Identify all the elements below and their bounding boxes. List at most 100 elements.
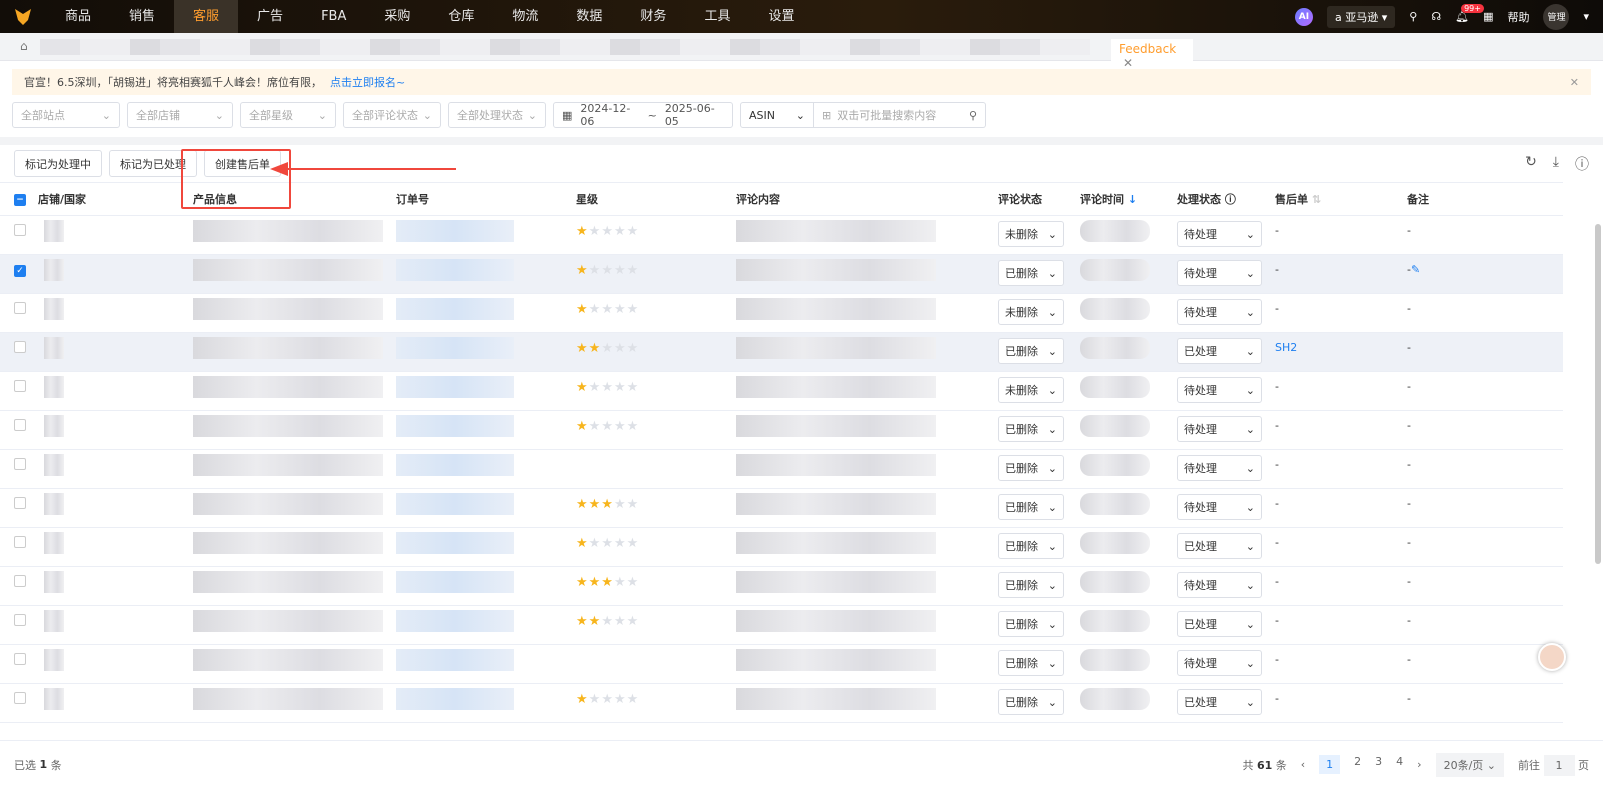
aftersale-value[interactable]: SH2 bbox=[1275, 341, 1297, 354]
nav-item[interactable]: 工具 bbox=[685, 0, 749, 33]
row-checkbox[interactable] bbox=[14, 224, 26, 236]
table-row[interactable]: 已删除 ⌄ 待处理 ⌄ - - bbox=[0, 644, 1563, 684]
process-status-select[interactable]: 待处理 ⌄ bbox=[1177, 299, 1262, 325]
review-status-select[interactable]: 已删除 ⌄ bbox=[998, 338, 1064, 364]
logo[interactable] bbox=[0, 8, 46, 26]
review-status-select[interactable]: 已删除 ⌄ bbox=[998, 533, 1064, 559]
home-icon[interactable]: ⌂ bbox=[20, 39, 28, 53]
process-status-select[interactable]: 待处理 ⌄ bbox=[1177, 221, 1262, 247]
table-row[interactable]: ★★★★★ 未删除 ⌄ 待处理 ⌄ - - bbox=[0, 215, 1563, 255]
checkbox-cell[interactable] bbox=[0, 488, 38, 528]
table-row[interactable]: 已删除 ⌄ 待处理 ⌄ - - bbox=[0, 449, 1563, 489]
table-row[interactable]: ★★★★★ 已删除 ⌄ 待处理 ⌄ - - bbox=[0, 566, 1563, 606]
nav-item[interactable]: 商品 bbox=[46, 0, 110, 33]
nav-item[interactable]: FBA bbox=[302, 0, 365, 33]
search-icon[interactable]: ⚲ bbox=[1409, 10, 1417, 23]
row-checkbox[interactable] bbox=[14, 341, 26, 353]
page-button[interactable]: 2 bbox=[1354, 755, 1361, 774]
row-checkbox[interactable] bbox=[14, 575, 26, 587]
checkbox-cell[interactable] bbox=[0, 683, 38, 723]
process-status-select[interactable]: 待处理 ⌄ bbox=[1177, 260, 1262, 286]
download-icon[interactable]: ⤓ bbox=[1553, 154, 1559, 174]
nav-item[interactable]: 广告 bbox=[238, 0, 302, 33]
checkbox-cell[interactable] bbox=[0, 644, 38, 684]
refresh-icon[interactable]: ↻ bbox=[1525, 154, 1537, 174]
row-checkbox[interactable] bbox=[14, 536, 26, 548]
nav-item[interactable]: 销售 bbox=[110, 0, 174, 33]
process-status-select[interactable]: 待处理 ⌄ bbox=[1177, 650, 1262, 676]
row-checkbox[interactable] bbox=[14, 614, 26, 626]
review-status-select[interactable]: 已删除 ⌄ bbox=[998, 650, 1064, 676]
review-status-select[interactable]: 已删除 ⌄ bbox=[998, 572, 1064, 598]
star-select[interactable]: 全部星级 ⌄ bbox=[240, 102, 336, 128]
nav-item[interactable]: 财务 bbox=[621, 0, 685, 33]
headset-icon[interactable]: ☊ bbox=[1431, 10, 1441, 23]
search-type-select[interactable]: ASIN ⌄ bbox=[740, 102, 814, 128]
row-checkbox[interactable] bbox=[14, 380, 26, 392]
row-checkbox[interactable] bbox=[14, 302, 26, 314]
help-link[interactable]: 帮助 bbox=[1507, 9, 1529, 25]
ai-button[interactable]: AI bbox=[1294, 7, 1313, 26]
process-status-select[interactable]: 待处理 ⌄ bbox=[1177, 416, 1262, 442]
table-row[interactable]: ★★★★★ 已删除 ⌄ 已处理 ⌄ - - bbox=[0, 527, 1563, 567]
goto-page-input[interactable]: 1 bbox=[1543, 754, 1575, 776]
chevron-down-icon[interactable]: ▾ bbox=[1583, 10, 1589, 23]
help-icon[interactable]: ⓘ bbox=[1575, 154, 1589, 174]
nav-item[interactable]: 设置 bbox=[749, 0, 813, 33]
review-status-select[interactable]: 未删除 ⌄ bbox=[998, 221, 1064, 247]
site-select[interactable]: 全部站点 ⌄ bbox=[12, 102, 120, 128]
help-icon[interactable]: ⓘ bbox=[1225, 193, 1236, 206]
process-status-select[interactable]: 待处理 ⌄ bbox=[1177, 455, 1262, 481]
register-link[interactable]: 点击立即报名~ bbox=[330, 74, 405, 90]
review-status-select[interactable]: 已删除 ⌄ bbox=[998, 689, 1064, 715]
tab-feedback[interactable]: Feedback ✕ bbox=[1111, 39, 1193, 70]
date-range-picker[interactable]: ▦ 2024-12-06 ~2025-06-05 bbox=[553, 102, 733, 128]
close-icon[interactable]: ✕ bbox=[1570, 76, 1579, 89]
review-status-select[interactable]: 已删除 ⌄ bbox=[998, 455, 1064, 481]
mark-processing-button[interactable]: 标记为处理中 bbox=[14, 150, 102, 177]
row-checkbox[interactable] bbox=[14, 692, 26, 704]
table-row[interactable]: ✓ ★★★★★ 已删除 ⌄ 待处理 ⌄ - -✎ bbox=[0, 254, 1563, 294]
process-status-select[interactable]: 已处理 ⌄ bbox=[1177, 533, 1262, 559]
checkbox-cell[interactable] bbox=[0, 371, 38, 411]
marketplace-select[interactable]: a 亚马逊 ▾ bbox=[1326, 5, 1396, 28]
process-status-select[interactable]: 已处理 ⌄ bbox=[1177, 338, 1262, 364]
table-row[interactable]: ★★★★★ 已删除 ⌄ 待处理 ⌄ - - bbox=[0, 410, 1563, 450]
review-status-select[interactable]: 未删除 ⌄ bbox=[998, 299, 1064, 325]
row-checkbox[interactable] bbox=[14, 458, 26, 470]
table-row[interactable]: ★★★★★ 已删除 ⌄ 已处理 ⌄ - - bbox=[0, 683, 1563, 723]
review-status-select[interactable]: 全部评论状态 ⌄ bbox=[343, 102, 441, 128]
table-row[interactable]: ★★★★★ 已删除 ⌄ 已处理 ⌄ - - bbox=[0, 605, 1563, 645]
edit-icon[interactable]: ✎ bbox=[1411, 263, 1420, 276]
row-checkbox[interactable] bbox=[14, 419, 26, 431]
nav-item[interactable]: 采购 bbox=[365, 0, 429, 33]
checkbox-cell[interactable] bbox=[0, 449, 38, 489]
checkbox-cell[interactable] bbox=[0, 410, 38, 450]
review-status-select[interactable]: 已删除 ⌄ bbox=[998, 260, 1064, 286]
assistant-avatar[interactable] bbox=[1538, 643, 1566, 671]
page-button[interactable]: 3 bbox=[1375, 755, 1382, 774]
select-all-checkbox[interactable]: − bbox=[14, 194, 26, 206]
sort-icon[interactable]: ⇅ bbox=[1312, 193, 1321, 206]
page-button[interactable]: 4 bbox=[1396, 755, 1403, 774]
search-input[interactable]: ⊞ 双击可批量搜索内容 ⚲ bbox=[814, 102, 986, 128]
review-status-select[interactable]: 已删除 ⌄ bbox=[998, 416, 1064, 442]
row-checkbox[interactable] bbox=[14, 653, 26, 665]
checkbox-cell[interactable] bbox=[0, 215, 38, 255]
checkbox-cell[interactable] bbox=[0, 605, 38, 645]
shop-select[interactable]: 全部店铺 ⌄ bbox=[127, 102, 233, 128]
avatar[interactable]: 管理 bbox=[1543, 3, 1570, 30]
process-status-select[interactable]: 待处理 ⌄ bbox=[1177, 572, 1262, 598]
row-checkbox[interactable] bbox=[14, 497, 26, 509]
table-row[interactable]: ★★★★★ 未删除 ⌄ 待处理 ⌄ - - bbox=[0, 371, 1563, 411]
checkbox-cell[interactable] bbox=[0, 293, 38, 333]
review-status-select[interactable]: 未删除 ⌄ bbox=[998, 377, 1064, 403]
sort-icon[interactable]: ↓ bbox=[1128, 193, 1137, 206]
nav-item[interactable]: 客服 bbox=[174, 0, 239, 33]
nav-item[interactable]: 物流 bbox=[493, 0, 557, 33]
checkbox-cell[interactable] bbox=[0, 527, 38, 567]
nav-item[interactable]: 数据 bbox=[557, 0, 621, 33]
process-status-select[interactable]: 全部处理状态 ⌄ bbox=[448, 102, 546, 128]
bell-icon[interactable]: 🔔︎ 99+ bbox=[1455, 4, 1484, 23]
page-size-select[interactable]: 20条/页 ⌄ bbox=[1435, 752, 1504, 777]
